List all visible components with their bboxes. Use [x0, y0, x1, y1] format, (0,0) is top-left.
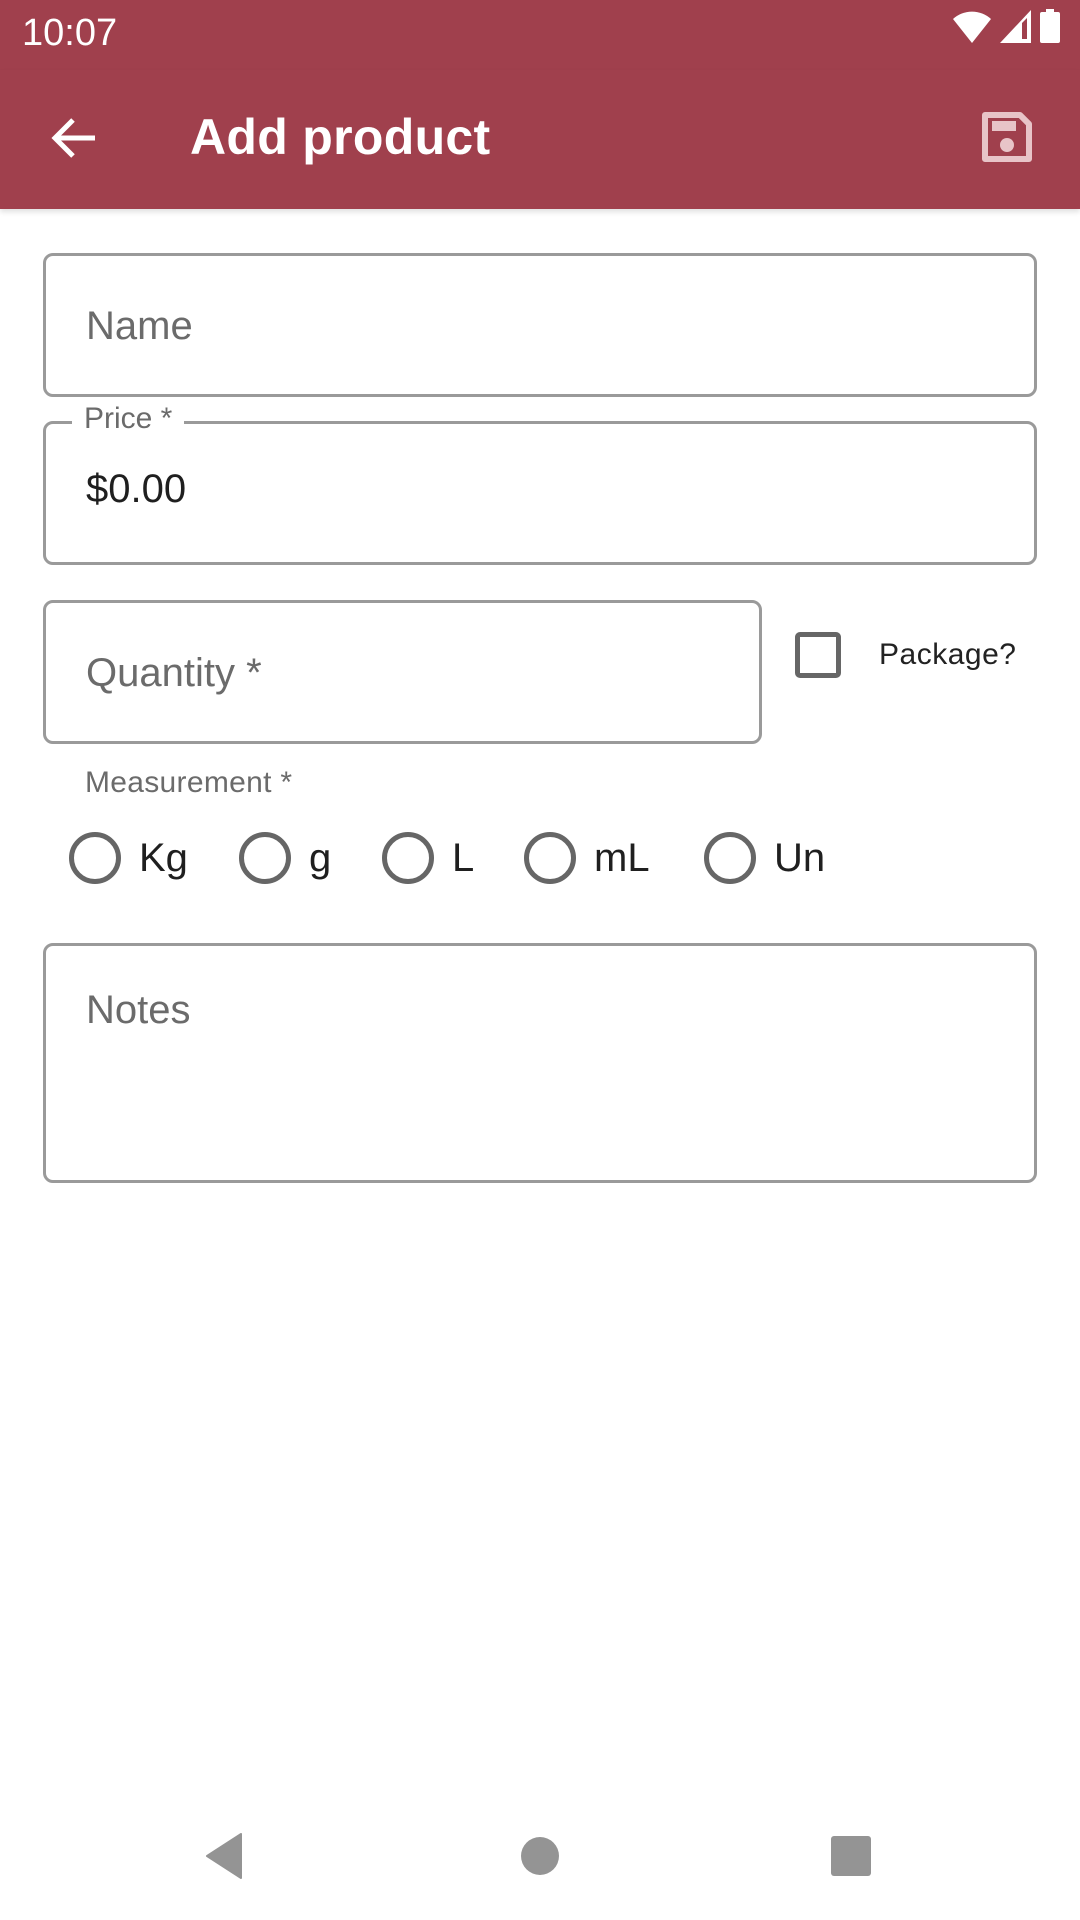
radio-l[interactable]: L [382, 831, 474, 885]
wifi-icon [952, 11, 992, 48]
nav-back-icon [205, 1832, 245, 1884]
quantity-field [43, 600, 762, 744]
nav-recents-button[interactable] [801, 1818, 901, 1898]
status-bar: 10:07 [0, 0, 1080, 70]
quantity-input[interactable] [86, 649, 726, 697]
system-nav-bar [0, 1800, 1080, 1920]
status-icons [952, 9, 1060, 48]
package-checkbox[interactable] [795, 632, 841, 678]
radio-circle[interactable] [239, 832, 291, 884]
arrow-back-icon [51, 117, 97, 164]
radio-label: Kg [139, 835, 188, 880]
radio-circle[interactable] [704, 832, 756, 884]
radio-circle[interactable] [382, 832, 434, 884]
save-icon [982, 111, 1032, 167]
nav-home-button[interactable] [490, 1818, 590, 1898]
notes-field [43, 943, 1037, 1183]
measurement-radio-group: Kg g L mL Un [0, 831, 1080, 885]
app-toolbar: Add product [0, 70, 1080, 209]
nav-home-icon [520, 1836, 560, 1881]
nav-recents-icon [831, 1835, 871, 1881]
measurement-label: Measurement * [85, 766, 293, 799]
package-label: Package? [879, 638, 1017, 671]
name-input[interactable] [86, 302, 986, 350]
radio-g[interactable]: g [239, 831, 331, 885]
radio-label: g [309, 835, 332, 880]
radio-label: L [452, 835, 475, 880]
radio-un[interactable]: Un [704, 831, 825, 885]
back-button[interactable] [40, 107, 108, 173]
battery-icon [1040, 9, 1060, 48]
price-field: Price * [43, 402, 1037, 565]
radio-circle[interactable] [524, 832, 576, 884]
radio-label: Un [774, 835, 826, 880]
signal-icon [1000, 10, 1032, 48]
status-time: 10:07 [22, 12, 118, 54]
save-button[interactable] [972, 104, 1042, 174]
radio-kg[interactable]: Kg [69, 831, 188, 885]
price-label: Price * [72, 402, 185, 436]
package-checkbox-row[interactable]: Package? [795, 632, 1016, 678]
nav-back-button[interactable] [175, 1818, 275, 1898]
name-field [43, 253, 1037, 397]
page-title: Add product [190, 109, 491, 165]
price-input[interactable] [86, 464, 986, 514]
notes-input[interactable] [86, 986, 986, 1156]
radio-label: mL [594, 835, 650, 880]
radio-circle[interactable] [69, 832, 121, 884]
radio-ml[interactable]: mL [524, 831, 650, 885]
